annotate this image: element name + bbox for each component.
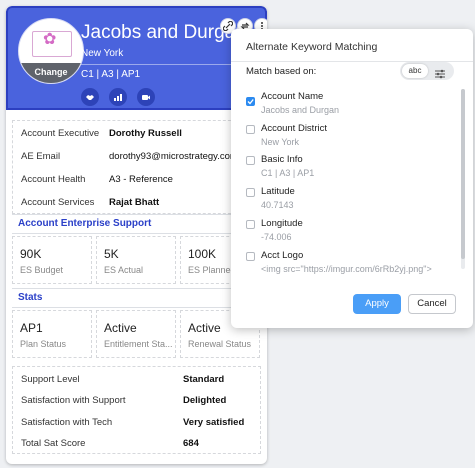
detail-label: Account Health bbox=[21, 174, 86, 185]
tile-label: ES Budget bbox=[20, 265, 64, 275]
support-label: Total Sat Score bbox=[21, 438, 86, 449]
option-name: Basic Info bbox=[261, 154, 303, 165]
option-name: Acct Logo bbox=[261, 250, 304, 261]
option-name: Longitude bbox=[261, 218, 303, 229]
option-value: 40.7143 bbox=[261, 200, 294, 210]
tile-label: ES Actual bbox=[104, 265, 144, 275]
section-title-enterprise-support: Account Enterprise Support bbox=[12, 214, 261, 234]
account-basic-info: C1 | A3 | AP1 bbox=[81, 69, 141, 80]
option-value: <img src="https://imgur.com/6rRb2yj.png"… bbox=[261, 264, 432, 274]
keyword-option[interactable]: Acct Logo <img src="https://imgur.com/6r… bbox=[246, 250, 451, 280]
scrollbar-thumb[interactable] bbox=[461, 89, 465, 259]
keyword-option[interactable]: Basic Info C1 | A3 | AP1 bbox=[246, 154, 451, 184]
support-label: Support Level bbox=[21, 374, 80, 385]
checkbox[interactable] bbox=[246, 156, 255, 165]
camera-icon[interactable] bbox=[137, 88, 155, 106]
tile-label: Entitlement Sta... bbox=[104, 339, 173, 349]
option-name: Account District bbox=[261, 123, 327, 134]
alternate-keyword-matching-popover: Alternate Keyword Matching Match based o… bbox=[231, 29, 473, 328]
popover-title: Alternate Keyword Matching bbox=[246, 41, 378, 53]
checkbox-checked-icon[interactable] bbox=[246, 93, 255, 106]
support-value: Standard bbox=[183, 374, 225, 385]
account-logo[interactable]: ✿ Change bbox=[18, 18, 84, 84]
account-card: ✿ Change Jacobs and Durgan New York C1 |… bbox=[6, 6, 267, 464]
tile-value: Active bbox=[104, 321, 137, 335]
support-label: Satisfaction with Support bbox=[21, 395, 126, 406]
support-value: Very satisfied bbox=[183, 417, 245, 428]
detail-label: Account Services bbox=[21, 197, 95, 208]
options-scrollbar[interactable] bbox=[461, 89, 465, 269]
apply-button[interactable]: Apply bbox=[353, 294, 401, 314]
option-name: Latitude bbox=[261, 186, 295, 197]
tile-value: AP1 bbox=[20, 321, 43, 335]
support-section: Support Level Standard Satisfaction with… bbox=[12, 366, 261, 454]
tile-label: Plan Status bbox=[20, 339, 67, 349]
option-name: Account Name bbox=[261, 91, 324, 102]
tile-value: Active bbox=[188, 321, 221, 335]
support-value: Delighted bbox=[183, 395, 227, 406]
option-value: New York bbox=[261, 137, 300, 147]
flower-logo-icon: ✿ bbox=[43, 31, 57, 48]
detail-value[interactable]: dorothy93@microstrategy.com bbox=[109, 151, 238, 162]
detail-value: A3 - Reference bbox=[109, 174, 173, 185]
tile-value: 5K bbox=[104, 247, 119, 261]
keyword-option[interactable]: Latitude 40.7143 bbox=[246, 186, 451, 216]
stat-tile: AP1 Plan Status bbox=[12, 310, 92, 358]
checkbox[interactable] bbox=[246, 220, 255, 229]
stat-tile: 5K ES Actual bbox=[96, 236, 176, 284]
detail-label: Account Executive bbox=[21, 128, 100, 139]
support-value: 684 bbox=[183, 438, 199, 449]
section-title-stats: Stats bbox=[12, 288, 261, 308]
detail-value: Dorothy Russell bbox=[109, 128, 182, 139]
tile-value: 100K bbox=[188, 247, 217, 261]
option-value: C1 | A3 | AP1 bbox=[261, 168, 315, 178]
keyword-option[interactable]: Account Name Jacobs and Durgan bbox=[246, 91, 451, 121]
match-based-on-label: Match based on: bbox=[246, 66, 317, 77]
option-value: Jacobs and Durgan bbox=[261, 105, 340, 115]
support-label: Satisfaction with Tech bbox=[21, 417, 113, 428]
account-header: ✿ Change Jacobs and Durgan New York C1 |… bbox=[6, 6, 267, 110]
change-logo-button[interactable]: Change bbox=[19, 63, 83, 83]
keyword-option[interactable]: Account District New York bbox=[246, 123, 451, 153]
checkbox[interactable] bbox=[246, 125, 255, 134]
account-details-section: Account Executive Dorothy Russell AE Ema… bbox=[12, 120, 261, 214]
checkbox[interactable] bbox=[246, 188, 255, 197]
stat-tile: 90K ES Budget bbox=[12, 236, 92, 284]
tile-label: Renewal Status bbox=[188, 339, 252, 349]
keyword-option[interactable]: Longitude -74.006 bbox=[246, 218, 451, 248]
toggle-abc-option[interactable]: abc bbox=[402, 64, 428, 78]
checkbox[interactable] bbox=[246, 252, 255, 261]
option-value: -74.006 bbox=[261, 232, 292, 242]
detail-value: Rajat Bhatt bbox=[109, 197, 160, 208]
tile-value: 90K bbox=[20, 247, 42, 261]
account-city: New York bbox=[81, 48, 124, 59]
detail-label: AE Email bbox=[21, 151, 61, 162]
chart-icon[interactable] bbox=[109, 88, 127, 106]
stat-tile: Active Entitlement Sta... bbox=[96, 310, 176, 358]
handshake-icon[interactable] bbox=[81, 88, 99, 106]
match-mode-toggle[interactable]: abc bbox=[400, 62, 454, 80]
cancel-button[interactable]: Cancel bbox=[408, 294, 456, 314]
sliders-icon[interactable] bbox=[434, 66, 446, 84]
